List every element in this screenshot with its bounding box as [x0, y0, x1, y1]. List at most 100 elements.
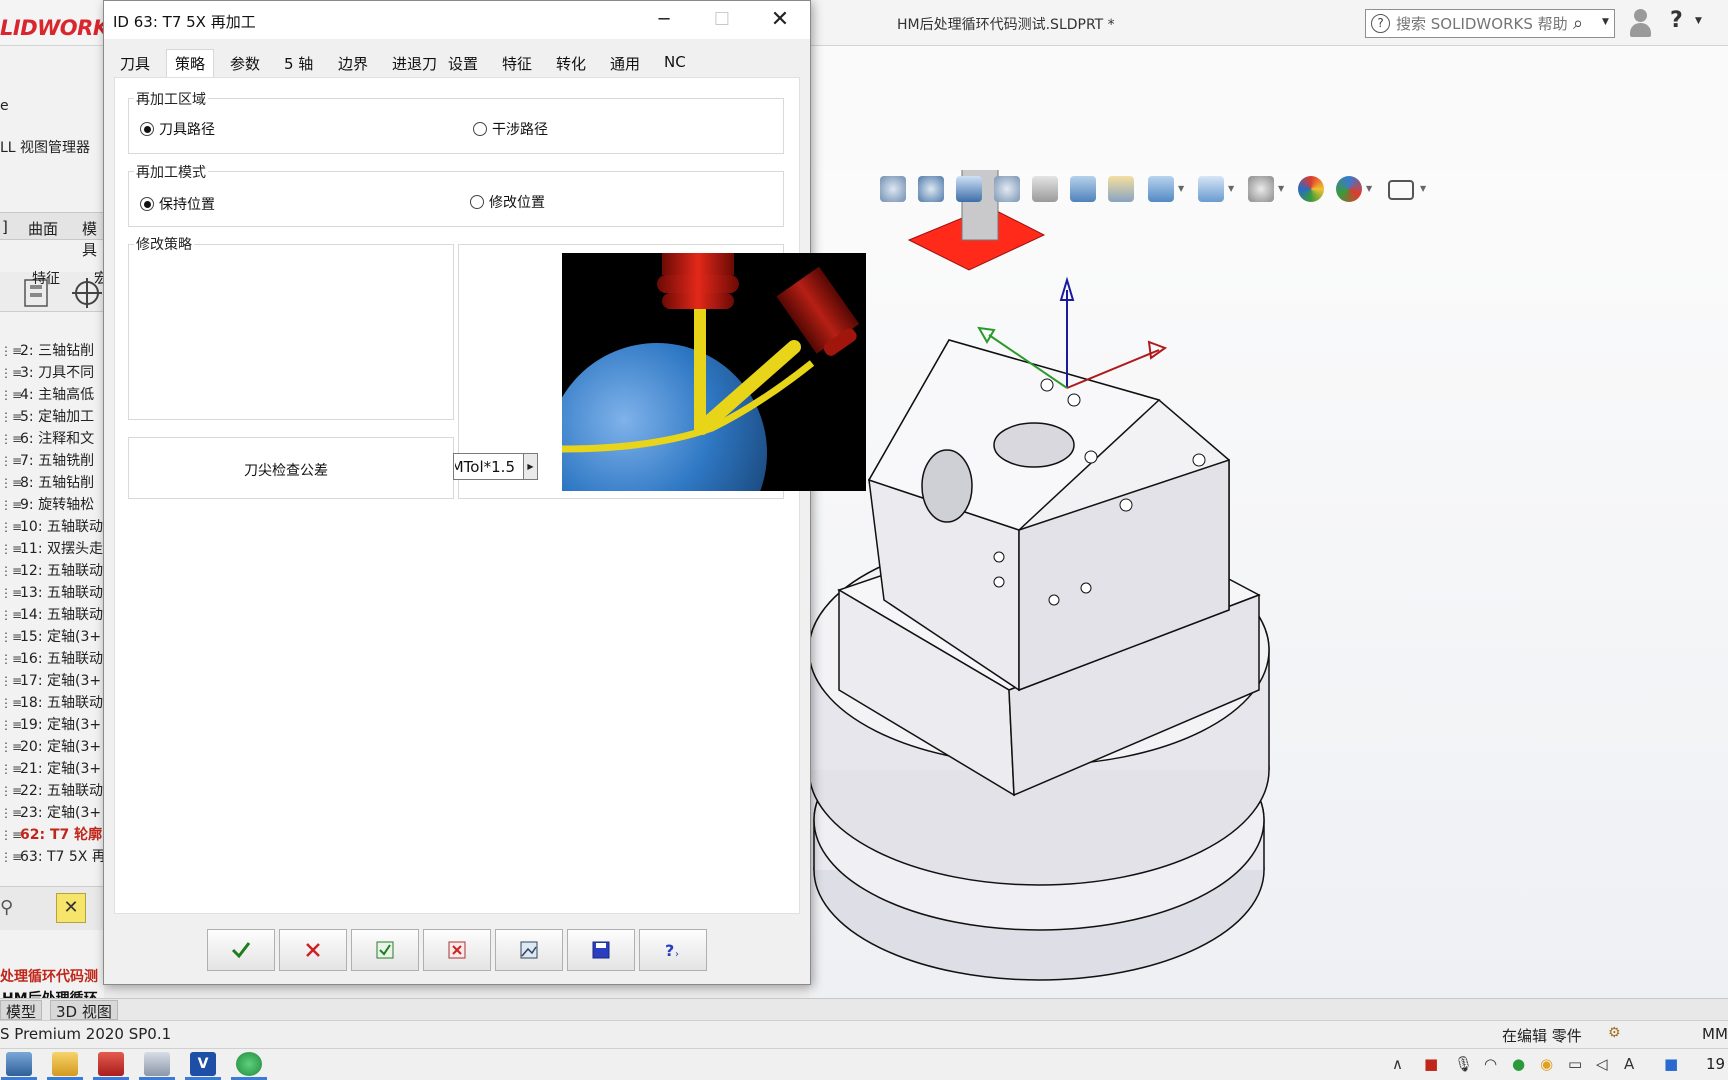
display-style-icon[interactable] [1108, 176, 1134, 202]
tab-general[interactable]: 通用 [610, 53, 640, 77]
view-orientation-icon[interactable] [1070, 176, 1096, 202]
chevron-down-icon[interactable]: ▼ [1178, 184, 1184, 193]
eye-icon[interactable] [1248, 176, 1274, 202]
tree-item[interactable]: ⋮≡20: 定轴(3+ [0, 736, 101, 756]
dynamic-annotation-icon[interactable] [1032, 176, 1058, 202]
notification-icon[interactable]: ■ [1664, 1055, 1678, 1073]
tree-item[interactable]: ⋮≡14: 五轴联动 [0, 604, 103, 624]
tab-boundary[interactable]: 边界 [338, 53, 368, 77]
tab-5-axis[interactable]: 5 轴 [284, 53, 313, 77]
tip-tolerance-field[interactable] [453, 453, 525, 480]
reset-button[interactable] [423, 929, 491, 971]
tree-item[interactable]: ⋮≡11: 双摆头走 [0, 538, 103, 558]
tray-chevron-up-icon[interactable]: ∧ [1392, 1055, 1403, 1073]
tree-item[interactable]: ⋮≡9: 旋转轴松 [0, 494, 94, 514]
appearance-icon[interactable] [1298, 176, 1324, 202]
tree-item[interactable]: ⋮≡7: 五轴铣削 [0, 450, 94, 470]
zoom-to-fit-icon[interactable] [880, 176, 906, 202]
app-icon[interactable] [139, 1052, 175, 1080]
help-icon[interactable]: ? [1670, 8, 1683, 33]
preview-button[interactable] [495, 929, 563, 971]
tab-mold[interactable]: 模具 [82, 218, 104, 260]
zoom-to-area-icon[interactable] [918, 176, 944, 202]
radio-modify-position[interactable]: 修改位置 [470, 192, 545, 212]
tab-transform[interactable]: 转化 [556, 53, 586, 77]
scene-icon[interactable] [1336, 176, 1362, 202]
clock[interactable]: 19 [1706, 1055, 1725, 1073]
tree-item[interactable]: ⋮≡17: 定轴(3+ [0, 670, 101, 690]
help-dropdown-icon[interactable]: ▼ [1695, 16, 1702, 26]
tab-model[interactable]: 模型 [0, 1000, 43, 1021]
user-account-icon[interactable] [1629, 6, 1651, 40]
section-view-icon[interactable] [994, 176, 1020, 202]
tree-item[interactable]: ⋮≡13: 五轴联动 [0, 582, 103, 602]
v-app-icon[interactable]: V [185, 1052, 221, 1080]
minimize-button[interactable]: ─ [636, 1, 692, 39]
help-search-box[interactable]: ? ⌕ ▼ [1365, 9, 1615, 38]
tab-lead-in-out[interactable]: 进退刀 [392, 53, 437, 77]
help-button[interactable]: ? › [639, 929, 707, 971]
tolerance-menu-arrow-icon[interactable]: ▶ [523, 453, 538, 480]
wechat-tray-icon[interactable]: ● [1512, 1055, 1525, 1073]
tab-strategy[interactable]: 策略 [166, 49, 215, 77]
tree-item[interactable]: ⋮≡19: 定轴(3+ [0, 714, 101, 734]
tab-partial[interactable]: ] [2, 218, 8, 236]
view-cube-icon[interactable] [1198, 176, 1224, 202]
tree-item[interactable]: ⋮≡12: 五轴联动 [0, 560, 103, 580]
tree-item[interactable]: ⋮≡63: T7 5X 再 [0, 846, 106, 866]
tip-tolerance-input[interactable] [455, 457, 517, 477]
tab-3d-view[interactable]: 3D 视图 [50, 1000, 118, 1021]
graphics-viewport[interactable] [809, 170, 1728, 998]
wechat-app-icon[interactable] [231, 1052, 267, 1080]
chevron-down-icon[interactable]: ▼ [1228, 184, 1234, 193]
tree-item[interactable]: ⋮≡6: 注释和文 [0, 428, 94, 448]
solidworks-app-icon[interactable] [93, 1052, 129, 1080]
tree-item[interactable]: ⋮≡10: 五轴联动 [0, 516, 103, 536]
radio-keep-position[interactable]: 保持位置 [140, 194, 215, 214]
microphone-icon[interactable]: 🎙 [1454, 1055, 1473, 1073]
tree-item[interactable]: ⋮≡62: T7 轮廓 [0, 824, 102, 844]
chevron-down-icon[interactable]: ▼ [1278, 184, 1284, 193]
tab-features[interactable]: 特征 [502, 53, 532, 77]
volume-icon[interactable]: ◁ [1596, 1055, 1608, 1073]
save-button[interactable] [567, 929, 635, 971]
previous-view-icon[interactable] [956, 176, 982, 202]
tree-item[interactable]: ⋮≡5: 定轴加工 [0, 406, 94, 426]
tray-app-icon[interactable]: ■ [1424, 1055, 1438, 1073]
dialog-titlebar[interactable]: ID 63: T7 5X 再加工 ─ ☐ ✕ [104, 1, 810, 39]
pin-icon[interactable]: ⚲ [0, 897, 13, 918]
search-icon[interactable]: ⌕ [1573, 13, 1583, 34]
rebuild-icon[interactable]: ⚙ [1608, 1025, 1621, 1041]
tree-item[interactable]: ⋮≡18: 五轴联动 [0, 692, 103, 712]
tree-item[interactable]: ⋮≡3: 刀具不同 [0, 362, 94, 382]
ok-button[interactable] [207, 929, 275, 971]
tab-parameters[interactable]: 参数 [230, 53, 260, 77]
chevron-down-icon[interactable]: ▼ [1602, 17, 1609, 27]
file-explorer-icon[interactable] [47, 1052, 83, 1080]
radio-modify-position-dot[interactable] [470, 195, 484, 209]
cancel-button[interactable] [279, 929, 347, 971]
tab-surface[interactable]: 曲面 [28, 218, 58, 239]
tree-item[interactable]: ⋮≡21: 定轴(3+ [0, 758, 101, 778]
view-manager-label[interactable]: LL 视图管理器 [0, 137, 90, 157]
tab-settings[interactable]: 设置 [448, 53, 478, 77]
chevron-down-icon[interactable]: ▼ [1420, 184, 1426, 193]
radio-keep-position-dot[interactable] [140, 197, 154, 211]
tree-item[interactable]: ⋮≡15: 定轴(3+ [0, 626, 101, 646]
input-method-icon[interactable]: A [1624, 1055, 1634, 1073]
chevron-down-icon[interactable]: ▼ [1366, 184, 1372, 193]
tab-nc[interactable]: NC [664, 53, 686, 77]
radio-toolpath[interactable]: 刀具路径 [140, 119, 215, 139]
close-button[interactable]: ✕ [752, 1, 808, 39]
hide-show-icon[interactable] [1148, 176, 1174, 202]
tree-item[interactable]: ⋮≡2: 三轴钻削 [0, 340, 94, 360]
tree-item[interactable]: ⋮≡4: 主轴高低 [0, 384, 94, 404]
tree-item[interactable]: ⋮≡23: 定轴(3+ [0, 802, 101, 822]
monitor-icon[interactable] [1388, 180, 1414, 200]
tree-item[interactable]: ⋮≡16: 五轴联动 [0, 648, 103, 668]
tree-item[interactable]: ⋮≡8: 五轴钻削 [0, 472, 94, 492]
tree-item[interactable]: ⋮≡22: 五轴联动 [0, 780, 103, 800]
battery-icon[interactable]: ▭ [1568, 1055, 1582, 1073]
radio-toolpath-dot[interactable] [140, 122, 154, 136]
units-indicator[interactable]: MM [1702, 1025, 1728, 1043]
